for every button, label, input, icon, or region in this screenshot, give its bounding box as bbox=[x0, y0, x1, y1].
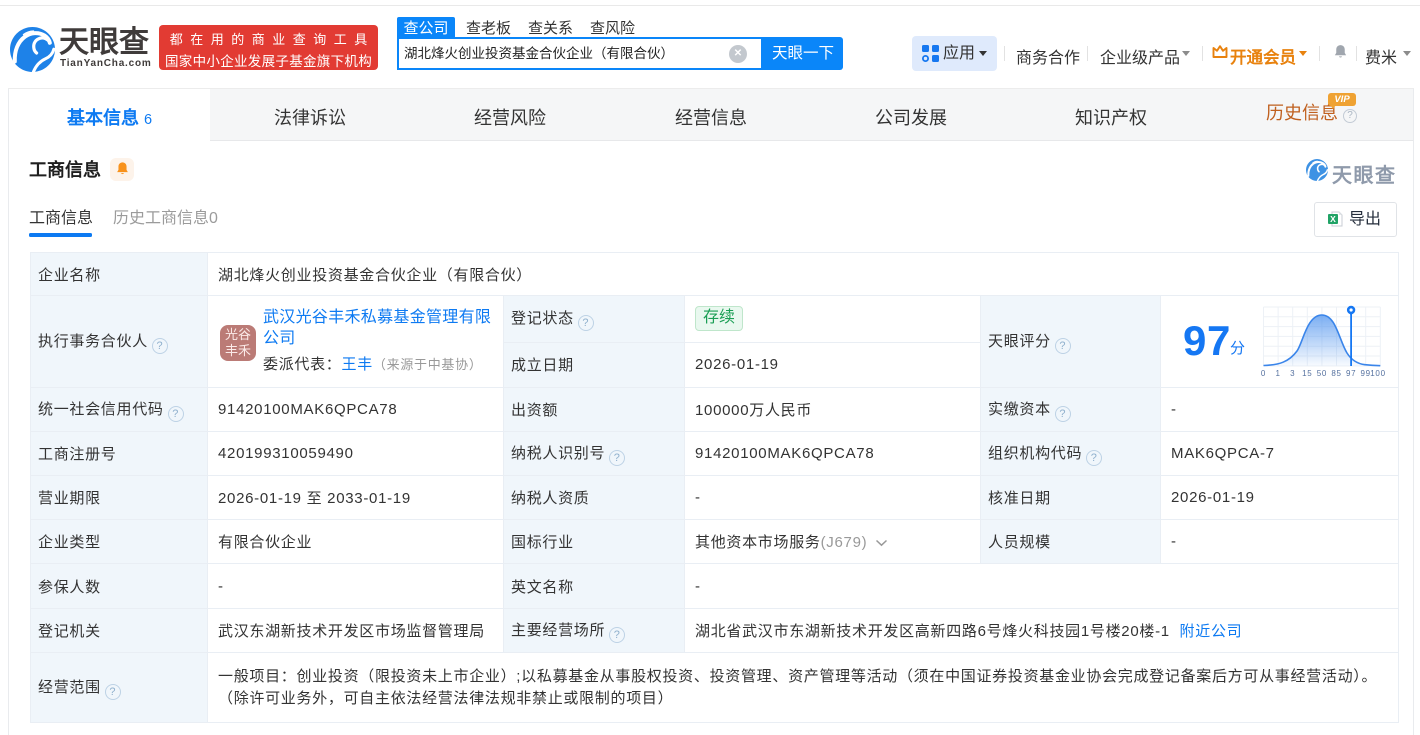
svg-text:50: 50 bbox=[1317, 369, 1327, 378]
svg-text:100: 100 bbox=[1370, 369, 1385, 378]
svg-text:0: 0 bbox=[1261, 369, 1266, 378]
svg-text:1: 1 bbox=[1276, 369, 1281, 378]
svg-text:97: 97 bbox=[1346, 369, 1356, 378]
svg-text:X: X bbox=[1330, 214, 1336, 224]
svg-text:85: 85 bbox=[1331, 369, 1341, 378]
svg-text:3: 3 bbox=[1290, 369, 1295, 378]
svg-text:15: 15 bbox=[1302, 369, 1312, 378]
